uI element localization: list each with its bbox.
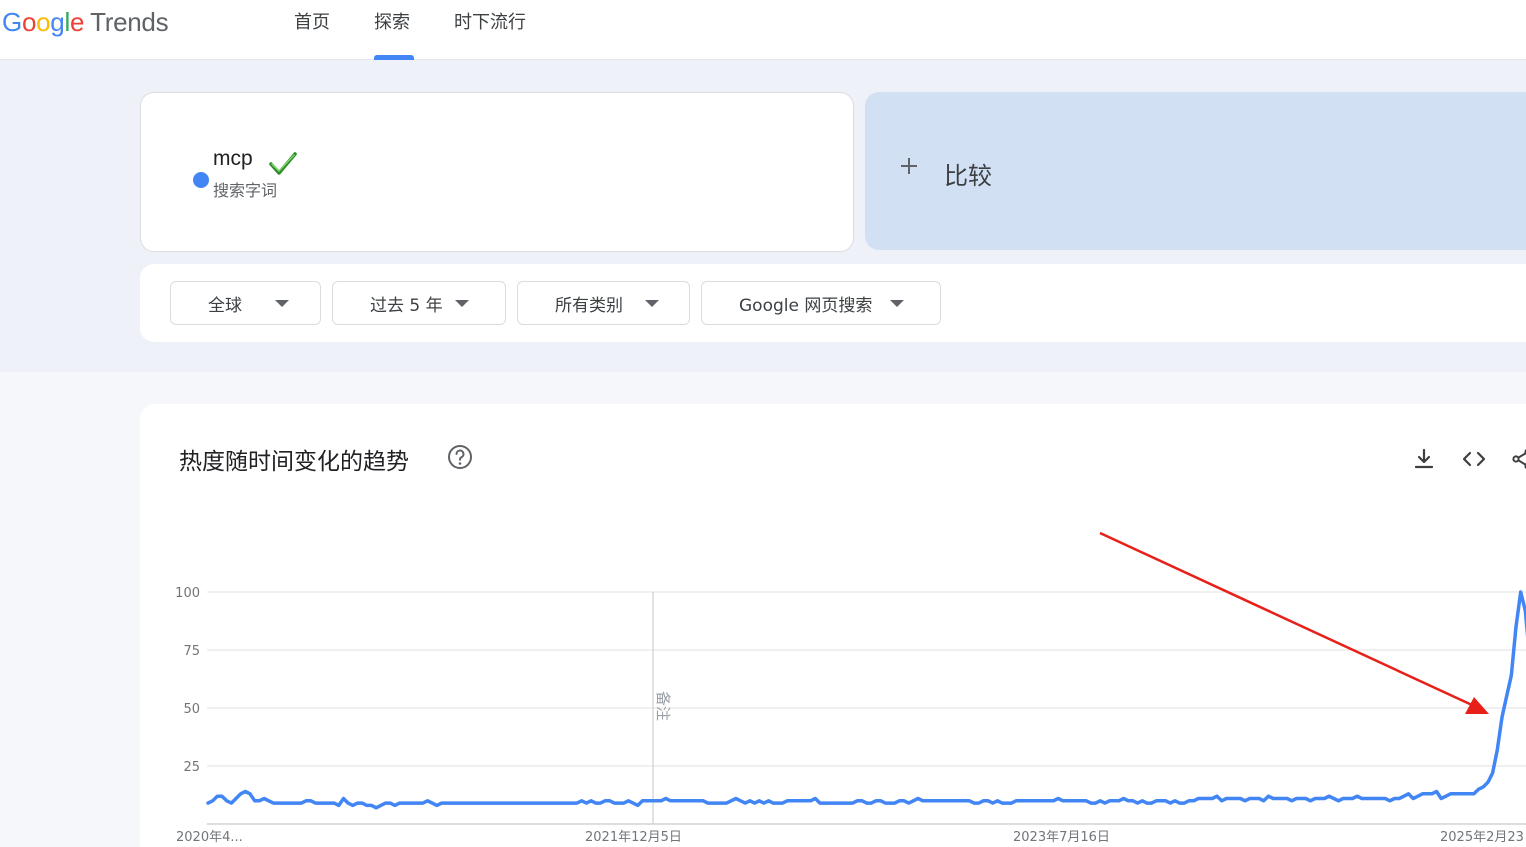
annotation-label[interactable]: 备注 <box>654 691 672 721</box>
y-tick-label: 75 <box>183 644 200 659</box>
arrow-shaft <box>1099 531 1473 707</box>
annotation-arrow <box>1099 531 1489 714</box>
x-tick-label: 2025年2月23 <box>1440 830 1524 845</box>
x-tick-label: 2021年12月5日 <box>585 830 682 845</box>
y-tick-label: 100 <box>175 586 200 601</box>
arrow-head <box>1465 697 1489 714</box>
series-line-mcp[interactable] <box>206 590 1526 810</box>
x-tick-label: 2020年4... <box>176 830 243 845</box>
y-tick-label: 25 <box>183 760 200 775</box>
interest-chart: 25 50 75 100 2020年4... 2021年12月5日 2023年7月16日 2… <box>175 531 1526 845</box>
x-tick-label: 2023年7月16日 <box>1013 830 1110 845</box>
y-tick-label: 50 <box>183 702 200 717</box>
